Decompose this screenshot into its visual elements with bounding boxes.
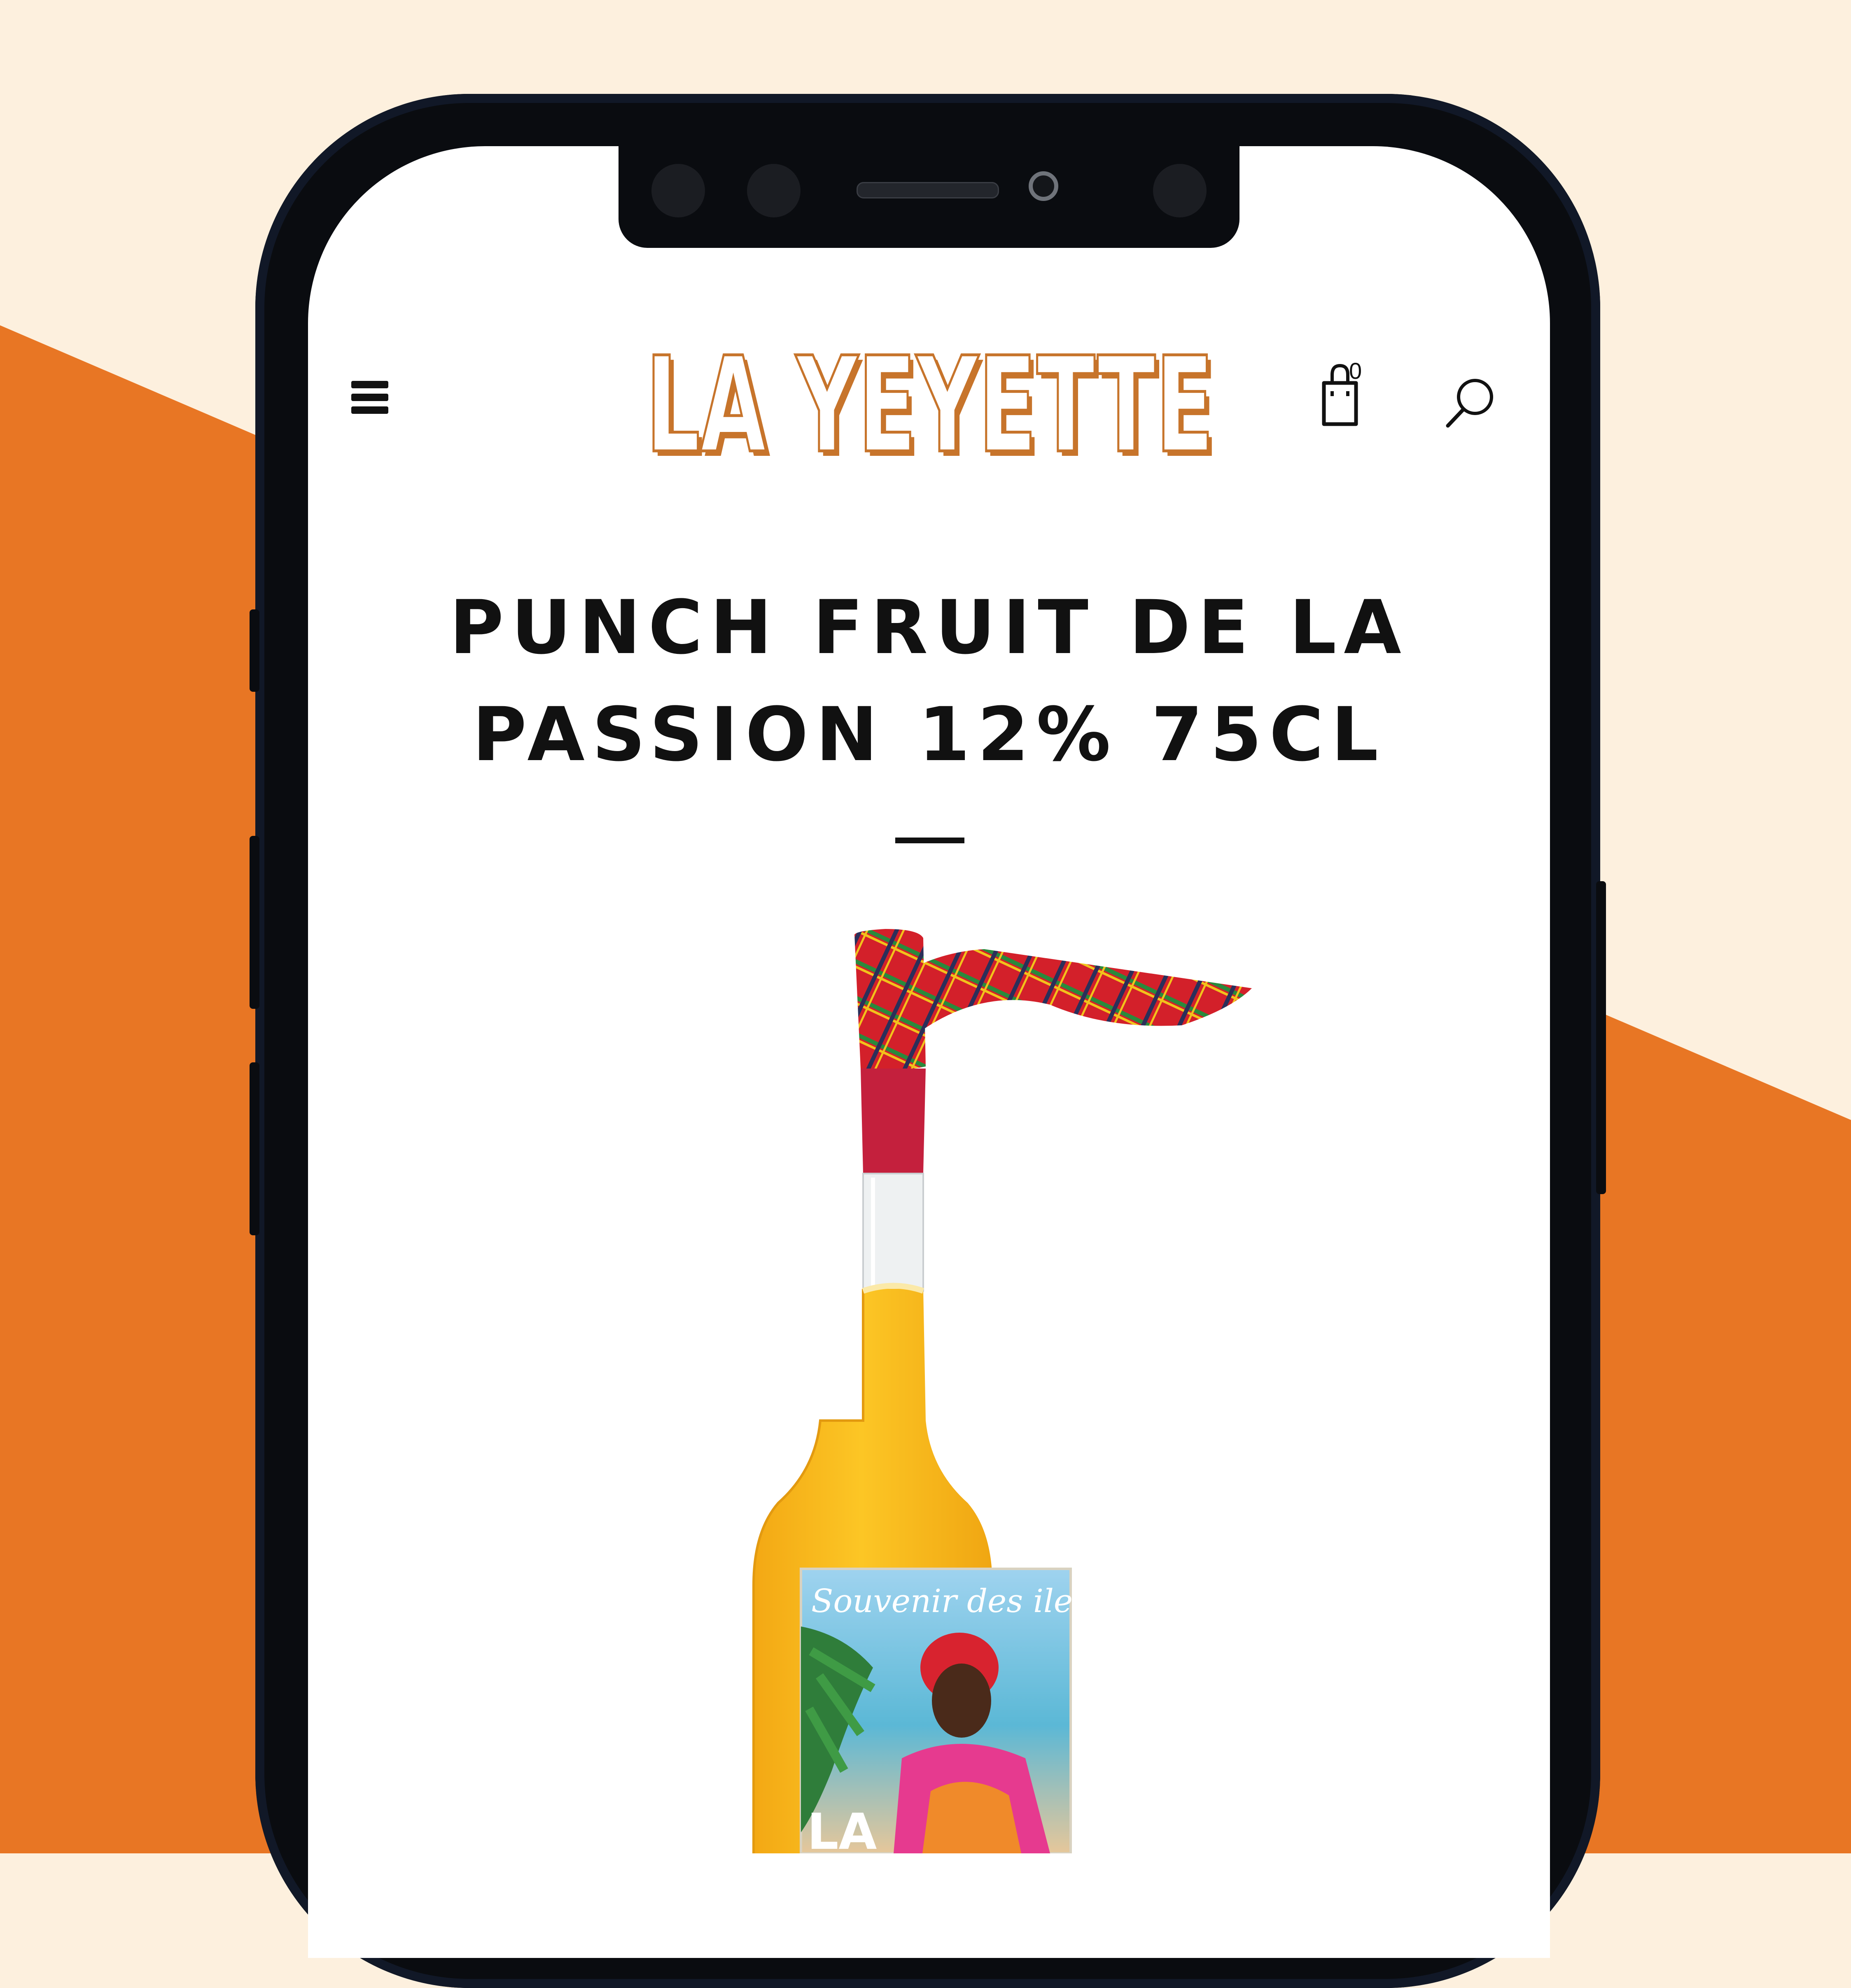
title-divider [895, 838, 964, 843]
madras-fabric-cap [854, 929, 926, 1071]
sensor-icon [651, 164, 705, 217]
phone-notch [619, 136, 1239, 248]
product-title-line: PUNCH FRUIT DE LA [449, 585, 1409, 671]
madras-fabric-tail [922, 949, 1252, 1029]
hamburger-menu-icon[interactable] [351, 381, 388, 414]
logo-text: LA YEYETTE [646, 336, 1214, 467]
phone-side-button [250, 836, 259, 1009]
sensor-icon [747, 164, 801, 217]
search-icon[interactable] [1445, 375, 1498, 428]
camera-icon [1029, 171, 1058, 201]
phone-side-button [250, 1062, 259, 1235]
product-image[interactable]: Souvenir des iles LA [737, 926, 1272, 1853]
shopping-bag-icon[interactable] [1315, 358, 1372, 428]
logo[interactable]: LA YEYETTE LA YEYETTE [642, 336, 1218, 467]
product-title: PUNCH FRUIT DE LA PASSION 12% 75CL [308, 574, 1550, 789]
label-script-text: Souvenir des iles [811, 1583, 1089, 1620]
phone-side-button [1596, 881, 1606, 1194]
product-title-line: PASSION 12% 75CL [472, 692, 1386, 778]
bottle-label: Souvenir des iles LA [800, 1568, 1089, 1853]
speaker-grille [857, 182, 999, 198]
cart-count-badge: 0 [1349, 358, 1362, 384]
label-brand-text: LA [807, 1804, 877, 1853]
site-header: LA YEYETTE LA YEYETTE 0 [308, 313, 1550, 478]
phone-side-button [250, 609, 259, 692]
sensor-icon [1153, 164, 1207, 217]
